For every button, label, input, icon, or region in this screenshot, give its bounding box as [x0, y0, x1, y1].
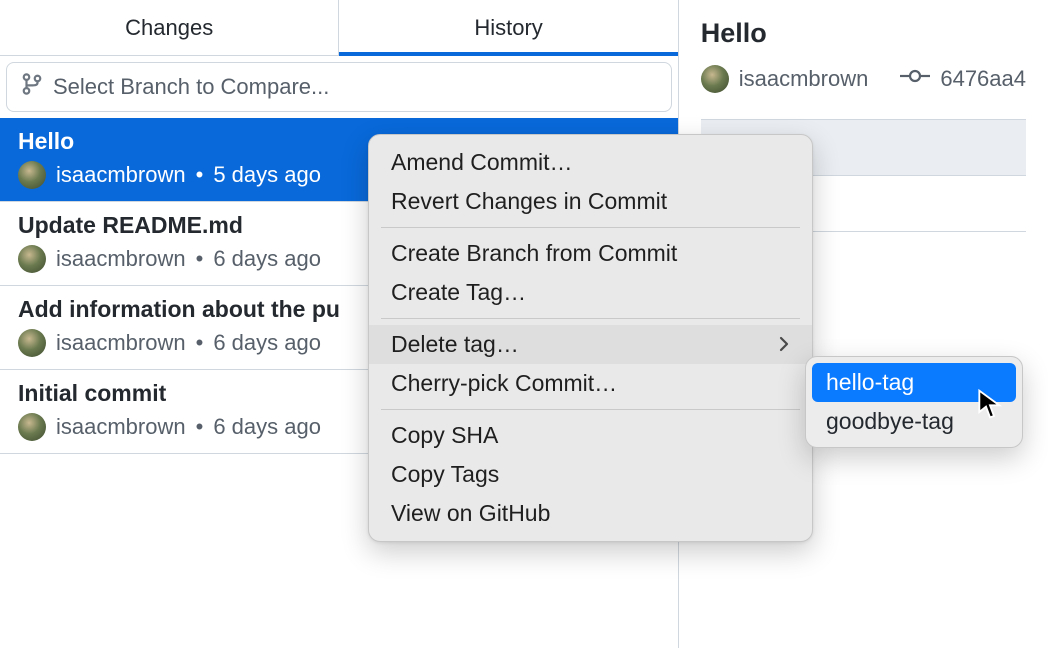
commit-time: 6 days ago — [213, 330, 321, 356]
tab-history[interactable]: History — [339, 0, 677, 55]
commit-time: 5 days ago — [213, 162, 321, 188]
menu-separator — [381, 227, 800, 228]
menu-amend-commit[interactable]: Amend Commit… — [369, 143, 812, 182]
menu-view-on-github[interactable]: View on GitHub — [369, 494, 812, 533]
detail-author: isaacmbrown — [739, 66, 869, 92]
commit-author: isaacmbrown — [56, 414, 186, 440]
menu-revert-changes[interactable]: Revert Changes in Commit — [369, 182, 812, 221]
commit-icon — [900, 65, 930, 93]
chevron-right-icon — [778, 332, 790, 358]
tabs: Changes History — [0, 0, 678, 56]
detail-sha[interactable]: 6476aa4 — [940, 66, 1026, 92]
commit-author: isaacmbrown — [56, 246, 186, 272]
git-branch-icon — [21, 72, 43, 102]
avatar — [18, 413, 46, 441]
avatar — [701, 65, 729, 93]
detail-commit-title: Hello — [701, 18, 1026, 49]
menu-separator — [381, 409, 800, 410]
commit-author: isaacmbrown — [56, 330, 186, 356]
dot-separator: • — [196, 414, 204, 440]
commit-context-menu: Amend Commit… Revert Changes in Commit C… — [368, 134, 813, 542]
dot-separator: • — [196, 246, 204, 272]
branch-compare-placeholder: Select Branch to Compare... — [53, 74, 329, 100]
menu-cherry-pick[interactable]: Cherry-pick Commit… — [369, 364, 812, 403]
avatar — [18, 245, 46, 273]
cursor-icon — [976, 388, 1004, 426]
avatar — [18, 161, 46, 189]
menu-create-tag[interactable]: Create Tag… — [369, 273, 812, 312]
commit-time: 6 days ago — [213, 414, 321, 440]
menu-delete-tag[interactable]: Delete tag… — [369, 325, 812, 364]
tab-changes[interactable]: Changes — [0, 0, 338, 55]
menu-create-branch[interactable]: Create Branch from Commit — [369, 234, 812, 273]
menu-copy-sha[interactable]: Copy SHA — [369, 416, 812, 455]
commit-time: 6 days ago — [213, 246, 321, 272]
dot-separator: • — [196, 162, 204, 188]
avatar — [18, 329, 46, 357]
menu-separator — [381, 318, 800, 319]
menu-copy-tags[interactable]: Copy Tags — [369, 455, 812, 494]
branch-compare-selector[interactable]: Select Branch to Compare... — [6, 62, 672, 112]
commit-author: isaacmbrown — [56, 162, 186, 188]
dot-separator: • — [196, 330, 204, 356]
detail-meta: isaacmbrown 6476aa4 — [701, 65, 1026, 93]
